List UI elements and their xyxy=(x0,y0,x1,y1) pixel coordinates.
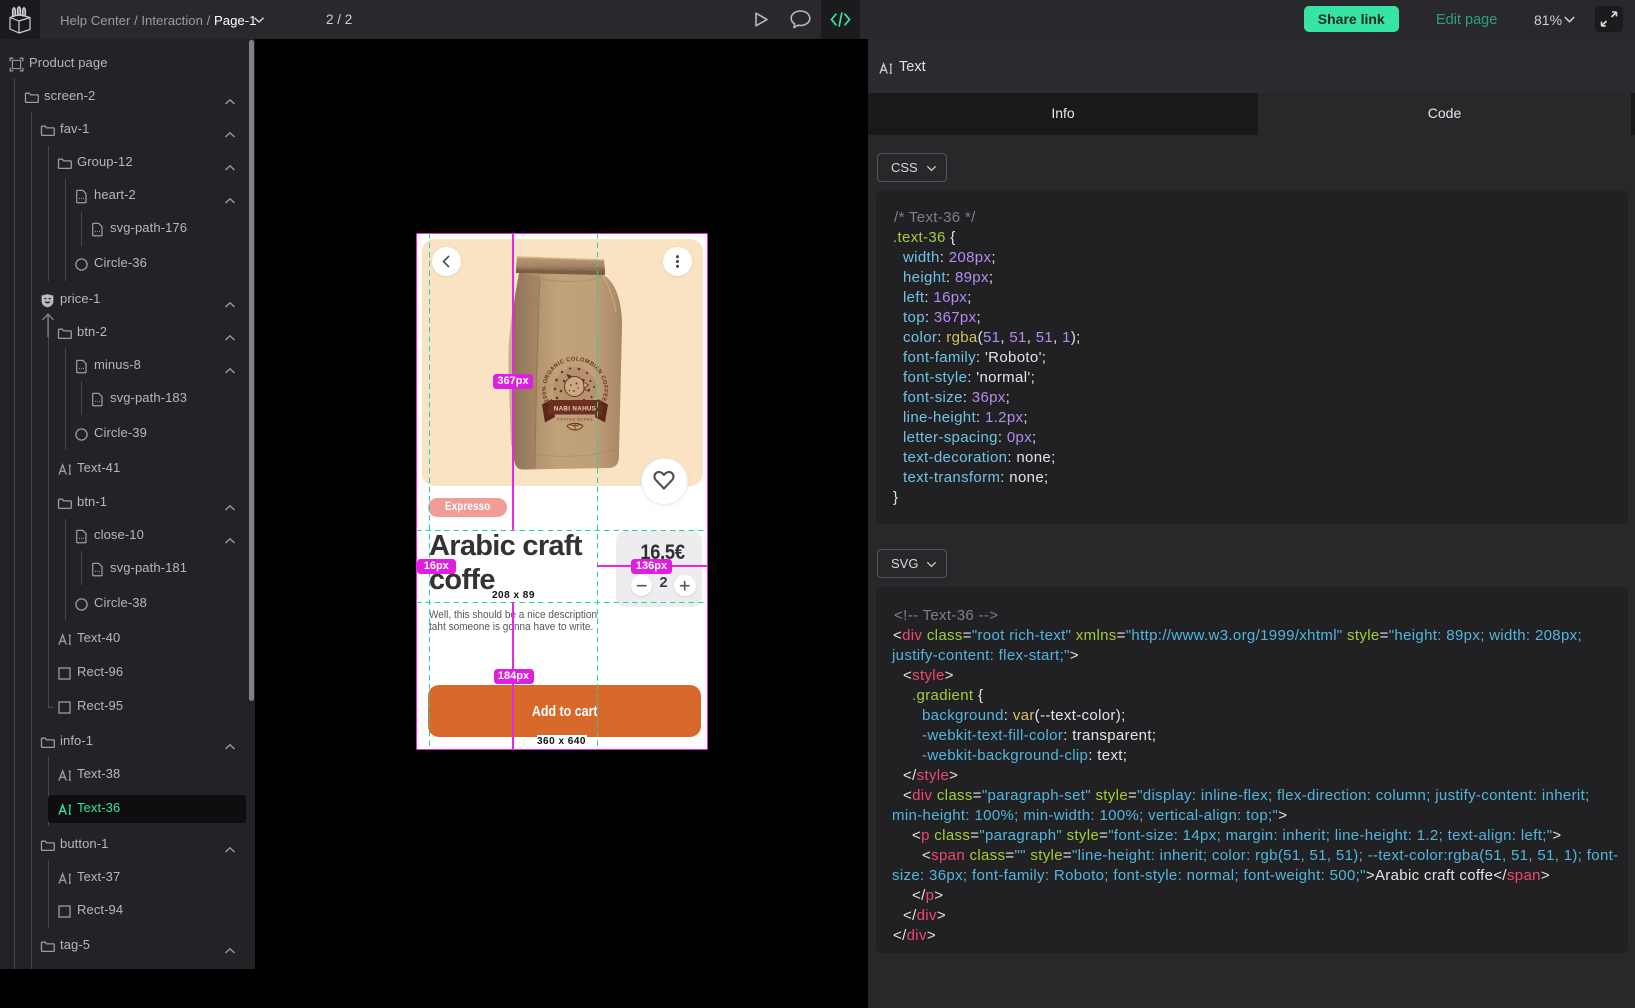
svg-text:NABI NAHUS: NABI NAHUS xyxy=(554,406,597,413)
svg-text:COFFEE BEANS: COFFEE BEANS xyxy=(557,418,593,422)
